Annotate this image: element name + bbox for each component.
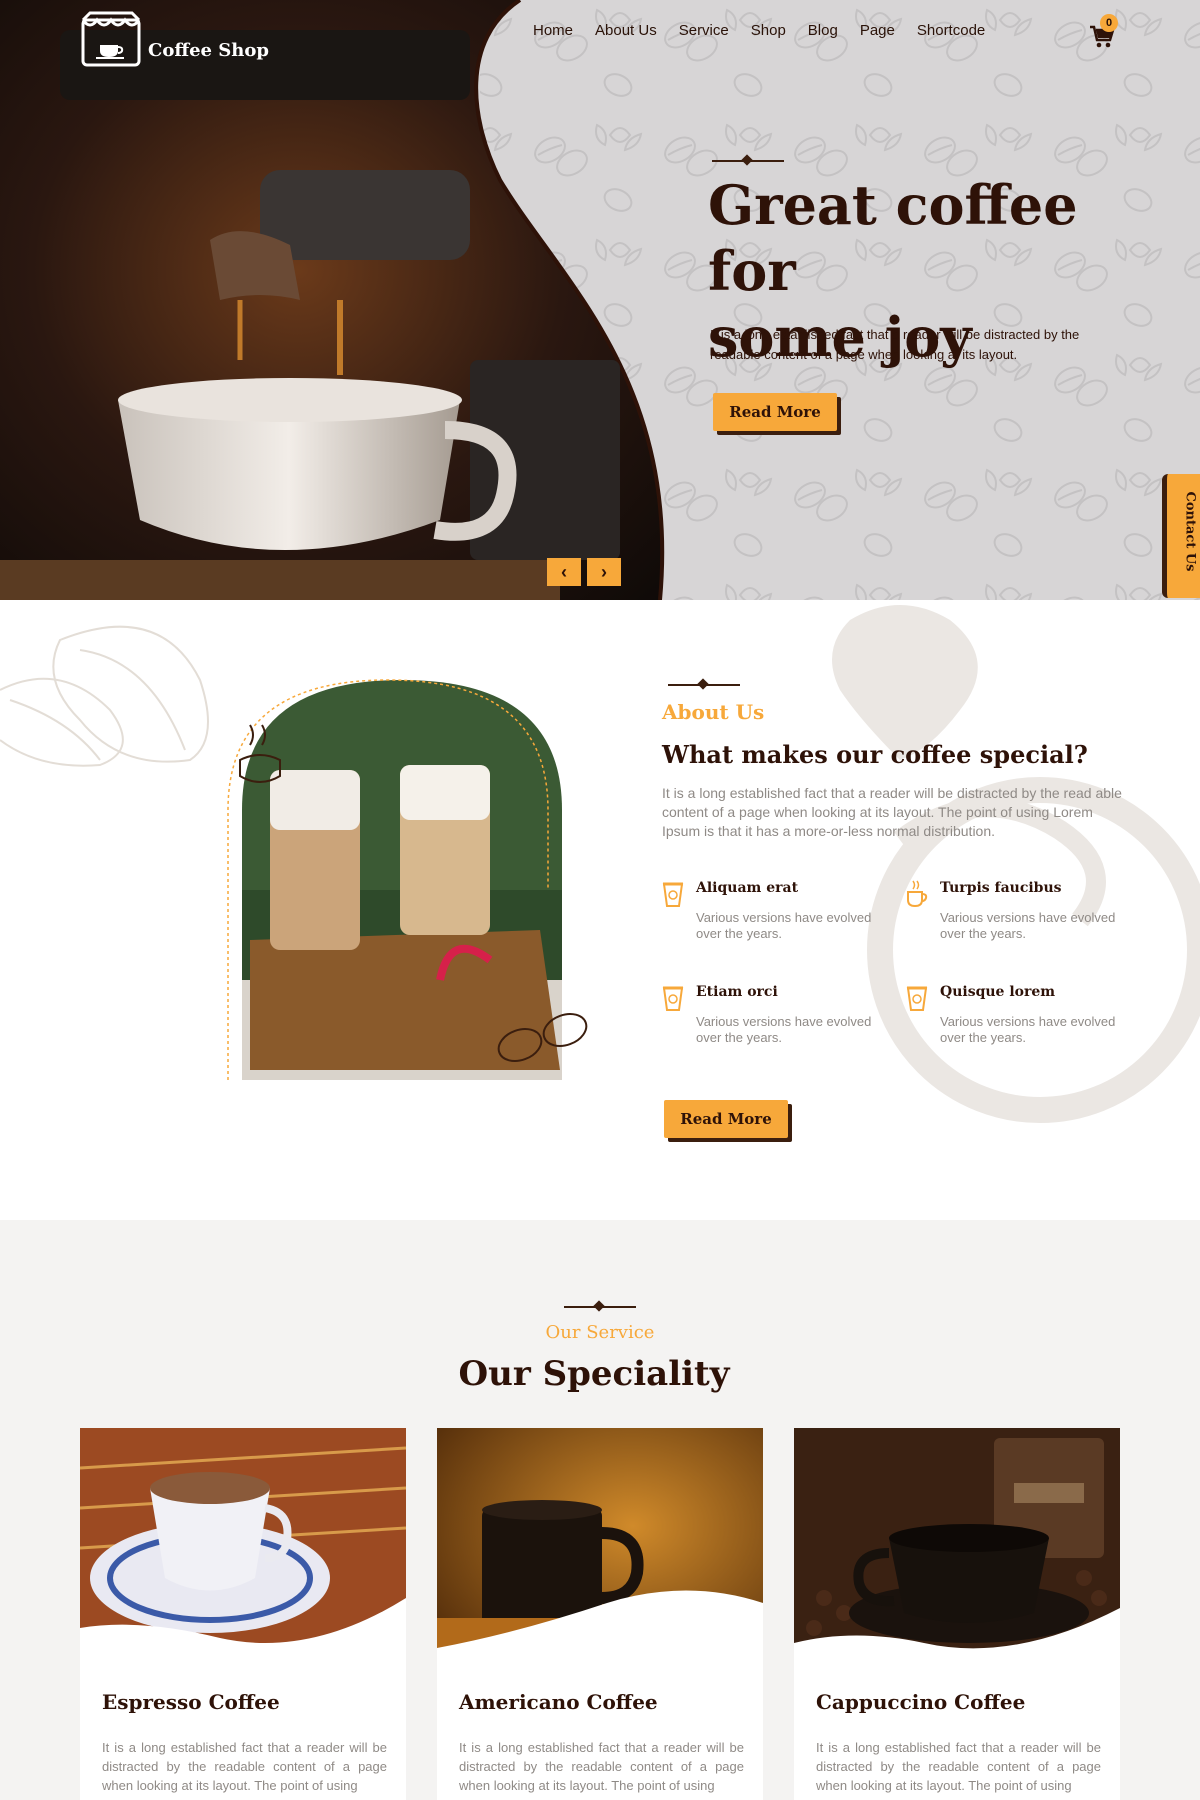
card-espresso-coffee[interactable]: Espresso Coffee It is a long established… [80,1428,406,1800]
feature-text: Various versions have evolved over the y… [940,1014,1116,1045]
card-title: Cappuccino Coffee [816,1690,1026,1714]
card-title: Americano Coffee [459,1690,658,1714]
cappuccino-coffee-photo [794,1428,1120,1673]
nav-item-about-us[interactable]: About Us [595,22,657,39]
about-title: What makes our coffee special? [662,740,1088,769]
feature-title: Aliquam erat [696,880,799,896]
card-text: It is a long established fact that a rea… [459,1740,744,1793]
espresso-coffee-photo [80,1428,406,1673]
speciality-section: Our Service Our Speciality Espresso Coff… [0,1220,1200,1800]
hot-drink-icon [907,880,928,908]
feature-title: Turpis faucibus [940,880,1062,896]
feature-title: Quisque lorem [940,984,1056,1000]
feature-text: Various versions have evolved over the y… [696,1014,872,1045]
logo-text: Coffee Shop [148,39,269,61]
coffee-cup-icon [662,882,684,907]
about-read-more-button[interactable]: Read More [664,1100,788,1138]
card-title: Espresso Coffee [102,1690,280,1714]
hero-section: Coffee Shop Home About Us Service Shop B… [0,0,1200,600]
hero-read-more-button[interactable]: Read More [713,393,837,431]
about-tag: About Us [662,700,765,724]
about-section: About Us What makes our coffee special? … [0,600,1200,1220]
card-text: It is a long established fact that a rea… [816,1740,1101,1793]
cart-count-badge: 0 [1100,14,1118,32]
nav-item-shortcode[interactable]: Shortcode [917,22,985,39]
about-description: It is a long established fact that a rea… [662,785,1122,839]
contact-us-label: Contact Us [1182,491,1198,572]
hero-title-line1: Great coffee for [708,173,1078,303]
americano-coffee-photo [437,1428,763,1673]
hero-divider [712,160,784,162]
speciality-divider [564,1306,636,1308]
brand-logo[interactable]: Coffee Shop [80,10,269,68]
speciality-tag: Our Service [545,1322,655,1343]
coffee-cup-icon [662,986,684,1011]
card-text: It is a long established fact that a rea… [102,1740,387,1793]
feature-text: Various versions have evolved over the y… [696,910,872,941]
coffee-cup-icon [906,986,928,1011]
feature-title: Etiam orci [696,984,778,1000]
nav-item-home[interactable]: Home [533,22,573,39]
card-cappuccino-coffee[interactable]: Cappuccino Coffee It is a long establish… [794,1428,1120,1800]
nav-item-blog[interactable]: Blog [808,22,838,39]
card-americano-coffee[interactable]: Americano Coffee It is a long establishe… [437,1428,763,1800]
nav-item-page[interactable]: Page [860,22,895,39]
about-divider [668,684,740,686]
feature-text: Various versions have evolved over the y… [940,910,1116,941]
slider-prev-button[interactable]: ‹ [547,558,581,586]
main-nav: Home About Us Service Shop Blog Page Sho… [533,22,1007,39]
nav-item-shop[interactable]: Shop [751,22,786,39]
speciality-title: Our Speciality [458,1354,730,1394]
shop-logo-icon [81,11,141,67]
nav-item-service[interactable]: Service [679,22,729,39]
contact-us-tab[interactable]: Contact Us [1162,474,1200,598]
slider-next-button[interactable]: › [587,558,621,586]
hero-description: It is a long established fact that a rea… [710,327,1080,362]
